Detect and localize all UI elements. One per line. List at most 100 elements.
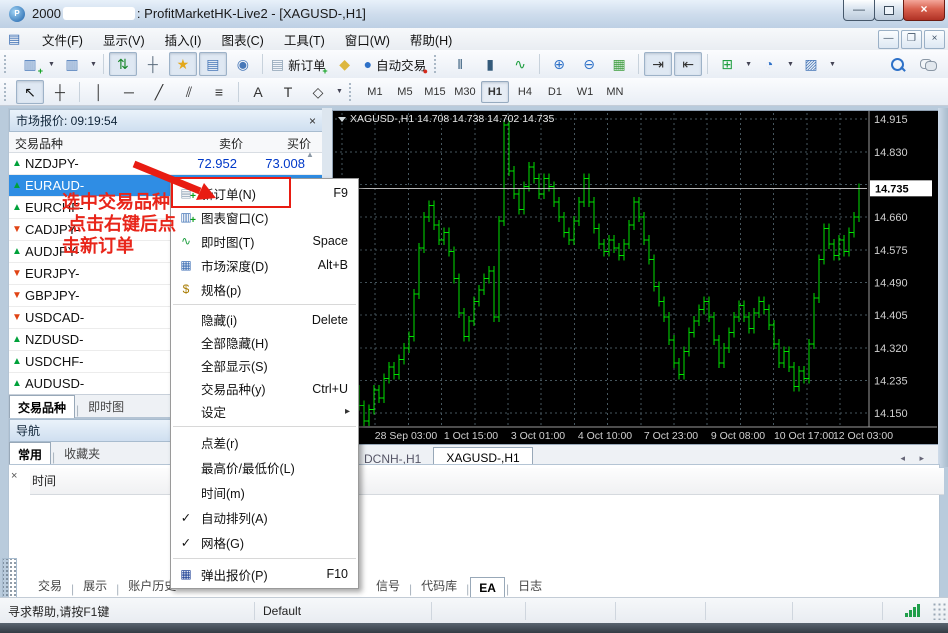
zoom-out-button[interactable]: ⊖ [575, 52, 603, 76]
resize-grip[interactable] [932, 602, 946, 620]
terminal-toggle-icon: ▤ [206, 57, 219, 71]
arrows-shapes-dropdown-icon[interactable]: ▼ [336, 88, 343, 95]
context-menu-item[interactable]: 点差(r) [171, 430, 358, 455]
context-menu-item[interactable]: ✓网格(G) [171, 530, 358, 555]
tile-windows-button[interactable]: ▦ [605, 52, 633, 76]
terminal-tab-1[interactable]: 信号 [368, 574, 408, 596]
crosshair-button[interactable]: ┼ [46, 80, 74, 104]
terminal-toggle-button[interactable]: ▤ [199, 52, 227, 76]
context-menu-item[interactable]: 交易品种(y)Ctrl+U [171, 377, 358, 400]
vertical-line-button[interactable]: │ [85, 80, 113, 104]
terminal-tab-4[interactable]: 日志 [510, 574, 550, 596]
close-button[interactable]: × [903, 0, 945, 21]
child-minimize-button[interactable]: — [878, 30, 899, 49]
metaeditor-button[interactable]: ◆ [331, 52, 359, 76]
timeframe-m15[interactable]: M15 [421, 81, 449, 103]
text-label-button[interactable]: T [274, 80, 302, 104]
new-chart-button[interactable]: ▥+ [16, 52, 44, 76]
new-chart-dropdown-icon[interactable]: ▼ [48, 61, 55, 68]
profiles-button[interactable]: ▥ [58, 52, 86, 76]
child-restore-button[interactable]: ❐ [901, 30, 922, 49]
navigator-tab-2[interactable]: 收藏夹 [56, 442, 108, 464]
context-menu-item[interactable]: 隐藏(i)Delete [171, 308, 358, 331]
data-window-button[interactable]: ┼ [139, 52, 167, 76]
context-menu-item[interactable]: ✓自动排列(A) [171, 505, 358, 530]
periods-button[interactable]: ◔ [755, 52, 783, 76]
chart-window[interactable]: 14.91514.83014.74514.66014.57514.49014.4… [332, 110, 940, 446]
context-menu-item[interactable]: 时间(m) [171, 480, 358, 505]
context-menu-item[interactable]: ▦市场深度(D)Alt+B [171, 253, 358, 277]
autotrading-button[interactable]: ●●自动交易 [361, 52, 429, 76]
vertical-line-icon: │ [95, 85, 104, 99]
navigator-tab-1[interactable]: 常用 [9, 442, 51, 465]
terminal-close-icon[interactable]: × [11, 470, 17, 482]
templates-button[interactable]: ▨ [797, 52, 825, 76]
context-menu-item[interactable]: ∿即时图(T)Space [171, 229, 358, 253]
candlestick-mode-button[interactable]: ▮ [476, 52, 504, 76]
arrows-shapes-icon: ◇ [313, 85, 324, 99]
horizontal-line-button[interactable]: ─ [115, 80, 143, 104]
menu-item-c[interactable]: 图表(C) [211, 27, 273, 52]
timeframe-h4[interactable]: H4 [511, 81, 539, 103]
menu-item-v[interactable]: 显示(V) [93, 27, 155, 52]
menu-item-w[interactable]: 窗口(W) [335, 27, 400, 52]
market-watch-tab-1[interactable]: 交易品种 [9, 395, 75, 418]
auto-scroll-button[interactable]: ⇥ [644, 52, 672, 76]
search-button[interactable] [883, 52, 911, 76]
new-order-button[interactable]: ▤+新订单 [268, 52, 329, 76]
terminal-grip[interactable] [2, 558, 17, 598]
scroll-up-icon[interactable]: ▲ [306, 150, 314, 159]
timeframe-d1[interactable]: D1 [541, 81, 569, 103]
child-close-button[interactable]: × [924, 30, 945, 49]
market-watch-toggle-button[interactable]: ⇅ [109, 52, 137, 76]
minimize-button[interactable]: — [843, 0, 875, 21]
context-menu-item[interactable]: ▦弹出报价(P)F10 [171, 562, 358, 586]
templates-dropdown-icon[interactable]: ▼ [829, 61, 836, 68]
timeframe-m30[interactable]: M30 [451, 81, 479, 103]
menu-item-t[interactable]: 工具(T) [274, 27, 335, 52]
context-menu-item[interactable]: 最高价/最低价(L) [171, 455, 358, 480]
restore-button[interactable] [874, 0, 904, 21]
menu-item-h[interactable]: 帮助(H) [400, 27, 462, 52]
market-watch-tab-2[interactable]: 即时图 [80, 395, 132, 417]
close-icon[interactable]: × [309, 116, 316, 126]
menu-item-f[interactable]: 文件(F) [32, 27, 93, 52]
equidistant-channel-button[interactable]: ⫽ [175, 80, 203, 104]
menu-item-i[interactable]: 插入(I) [155, 27, 212, 52]
chart-shift-button[interactable]: ⇤ [674, 52, 702, 76]
line-chart-mode-button[interactable]: ∿ [506, 52, 534, 76]
timeframe-h1[interactable]: H1 [481, 81, 509, 103]
terminal-tab-3[interactable]: EA [470, 577, 505, 597]
timeframe-m1[interactable]: M1 [361, 81, 389, 103]
profiles-dropdown-icon[interactable]: ▼ [90, 61, 97, 68]
terminal-tab-1[interactable]: 交易 [30, 574, 70, 596]
context-menu-item[interactable]: 全部显示(S) [171, 354, 358, 377]
price-chart[interactable]: 14.91514.83014.74514.66014.57514.49014.4… [333, 111, 937, 443]
cursor-button[interactable]: ↖ [16, 80, 44, 104]
zoom-in-button[interactable]: ⊕ [545, 52, 573, 76]
terminal-tab-2[interactable]: 代码库 [413, 574, 465, 596]
context-menu-item[interactable]: 全部隐藏(H) [171, 331, 358, 354]
trendline-button[interactable]: ╱ [145, 80, 173, 104]
timeframe-w1[interactable]: W1 [571, 81, 599, 103]
fibonacci-button[interactable]: ≡ [205, 80, 233, 104]
timeframe-m5[interactable]: M5 [391, 81, 419, 103]
child-window-icon[interactable]: ▤ [8, 31, 26, 47]
indicators-button[interactable]: ⊞ [713, 52, 741, 76]
strategy-tester-button[interactable]: ◉ [229, 52, 257, 76]
indicators-icon: ⊞ [721, 57, 733, 71]
indicators-dropdown-icon[interactable]: ▼ [745, 61, 752, 68]
bar-chart-mode-button[interactable]: ‖ [446, 52, 474, 76]
svg-text:12 Oct 03:00: 12 Oct 03:00 [833, 430, 893, 442]
shortcut-label: Alt+B [318, 258, 358, 272]
periods-dropdown-icon[interactable]: ▼ [787, 61, 794, 68]
timeframe-mn[interactable]: MN [601, 81, 629, 103]
arrows-shapes-button[interactable]: ◇ [304, 80, 332, 104]
context-menu-item[interactable]: $规格(p) [171, 277, 358, 301]
terminal-tab-2[interactable]: 展示 [75, 574, 115, 596]
chat-button[interactable] [913, 52, 941, 76]
text-button[interactable]: A [244, 80, 272, 104]
title-bar[interactable]: P 2000: ProfitMarketHK-Live2 - [XAGUSD-,… [0, 0, 948, 29]
navigator-toggle-button[interactable]: ★ [169, 52, 197, 76]
context-menu-item[interactable]: 设定▸ [171, 400, 358, 423]
